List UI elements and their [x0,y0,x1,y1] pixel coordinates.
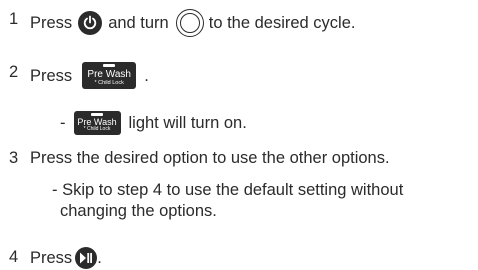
prewash-label: Pre Wash [87,69,131,80]
prewash-sublabel: * Child Lock [83,126,111,132]
power-icon [78,11,103,35]
step-number: 4 [9,248,19,266]
step-text: . [97,249,102,267]
note-line: changing the options. [60,202,217,220]
prewash-sublabel: * Child Lock [94,80,124,86]
play-pause-icon [75,247,98,269]
step-text: Press the desired option to use the othe… [30,149,390,167]
step-number: 3 [9,149,19,167]
step-number: 2 [9,63,19,81]
prewash-button-icon: Pre Wash * Child Lock [73,111,121,135]
step-text: Press [30,249,73,267]
step-text: . [144,66,149,85]
note-dash: - [60,113,66,132]
step-2-note: - Pre Wash * Child Lock light will turn … [60,111,247,135]
step-text: Press [30,66,73,85]
note-line: - Skip to step 4 to use the default sett… [52,181,404,199]
cycle-dial-icon [175,9,204,37]
step-number: 1 [9,10,19,28]
step-3-note: - Skip to step 4 to use the default sett… [52,180,403,222]
step-text: to the desired cycle. [208,14,356,32]
prewash-button-icon: Pre Wash * Child Lock [82,62,137,89]
step-text: Press [30,14,73,32]
step-text: and turn [108,14,169,32]
note-text: light will turn on. [128,113,247,132]
